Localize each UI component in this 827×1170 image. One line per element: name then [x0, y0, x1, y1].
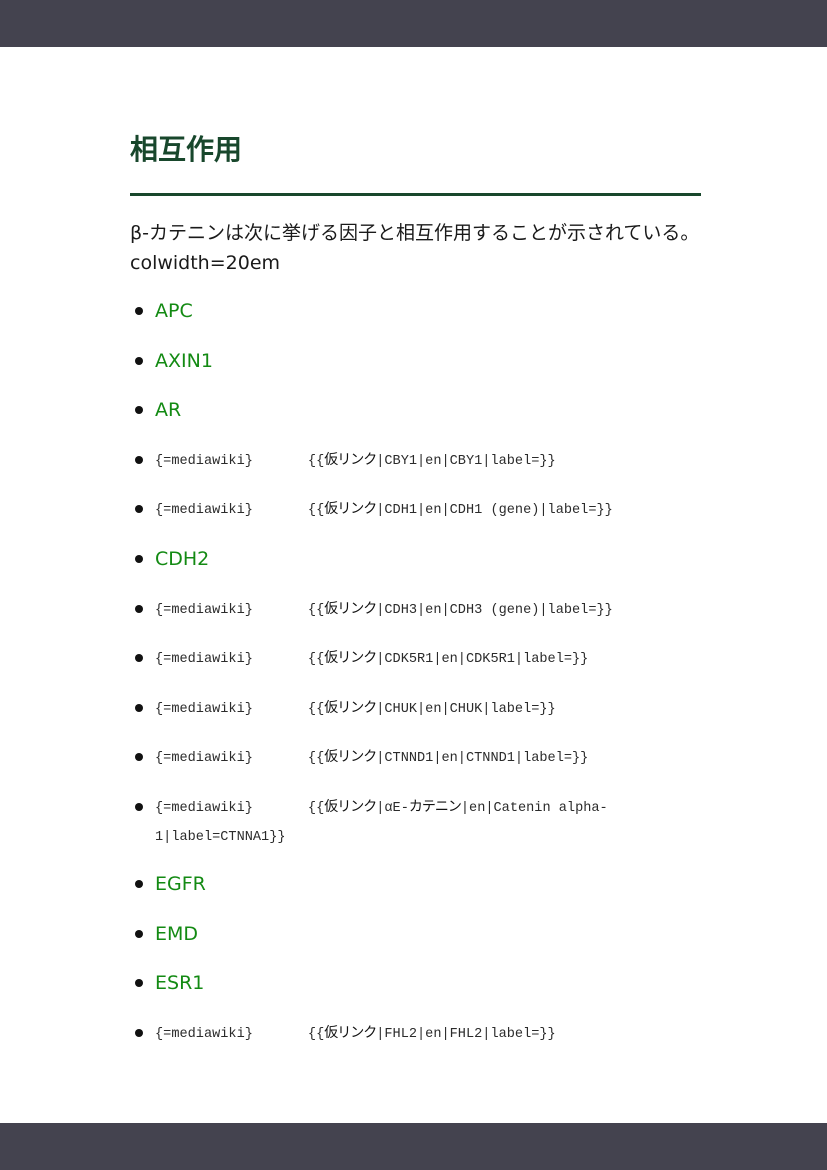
list-item: {=mediawiki} {{仮リンク|FHL2|en|FHL2|label=}}: [130, 1018, 701, 1068]
bullet: [135, 802, 143, 811]
bullet: [135, 455, 143, 464]
list-item: APC: [130, 296, 701, 346]
intro-paragraph: β-カテニンは次に挙げる因子と相互作用することが示されている。colwidth=…: [130, 222, 700, 274]
bullet: [135, 307, 143, 315]
bullet: [135, 753, 143, 762]
section-heading: 相互作用: [130, 133, 243, 166]
raw-template-text: {=mediawiki} {{仮リンク|αE-カテニン|en|Catenin al…: [155, 798, 608, 845]
raw-template-text: {=mediawiki} {{仮リンク|CDH1|en|CDH1 (gene)|l…: [155, 501, 613, 519]
interactor-link-esr1[interactable]: ESR1: [155, 972, 204, 994]
article-section: 相互作用 β-カテニンは次に挙げる因子と相互作用することが示されている。colw…: [130, 120, 701, 1042]
list-item: AXIN1: [130, 346, 701, 396]
raw-template-text: {=mediawiki} {{仮リンク|FHL2|en|FHL2|label=}}: [155, 1024, 556, 1042]
raw-template-text: {=mediawiki} {{仮リンク|CDK5R1|en|CDK5R1|labe…: [155, 650, 589, 668]
bottom-bar: [0, 1123, 827, 1170]
list-item: {=mediawiki} {{仮リンク|CTNND1|en|CTNND1|labe…: [130, 742, 701, 792]
bullet: [135, 406, 143, 415]
bullet: [135, 356, 143, 365]
bullet: [135, 879, 143, 888]
bullet: [135, 604, 143, 613]
interactor-link-axin1[interactable]: AXIN1: [155, 350, 213, 372]
heading-divider: [130, 193, 701, 196]
list-item: ESR1: [130, 968, 701, 1018]
bullet: [135, 929, 143, 938]
interactor-link-emd[interactable]: EMD: [155, 923, 198, 945]
list-item: CDH2: [130, 544, 701, 594]
list-item: AR: [130, 395, 701, 445]
interactor-link-ar[interactable]: AR: [155, 399, 181, 421]
list-item: {=mediawiki} {{仮リンク|CDH1|en|CDH1 (gene)|l…: [130, 494, 701, 544]
interactor-link-cdh2[interactable]: CDH2: [155, 548, 209, 570]
bullet: [135, 654, 143, 663]
list-item: {=mediawiki} {{仮リンク|CHUK|en|CHUK|label=}}: [130, 693, 701, 743]
top-bar: [0, 0, 827, 47]
list-item: {=mediawiki} {{仮リンク|CDH3|en|CDH3 (gene)|l…: [130, 594, 701, 644]
interactor-link-apc[interactable]: APC: [155, 300, 193, 322]
list-item: {=mediawiki} {{仮リンク|CBY1|en|CBY1|label=}}: [130, 445, 701, 495]
raw-template-text: {=mediawiki} {{仮リンク|CHUK|en|CHUK|label=}}: [155, 699, 556, 717]
raw-template-text: {=mediawiki} {{仮リンク|CDH3|en|CDH3 (gene)|l…: [155, 600, 613, 618]
bullet: [135, 703, 143, 712]
raw-template-text: {=mediawiki} {{仮リンク|CBY1|en|CBY1|label=}}: [155, 451, 556, 469]
interactor-link-egfr[interactable]: EGFR: [155, 873, 206, 895]
list-item: {=mediawiki} {{仮リンク|CDK5R1|en|CDK5R1|labe…: [130, 643, 701, 693]
list-item: {=mediawiki} {{仮リンク|αE-カテニン|en|Catenin al…: [130, 792, 701, 869]
raw-template-text: {=mediawiki} {{仮リンク|CTNND1|en|CTNND1|labe…: [155, 749, 589, 767]
bullet: [135, 1028, 143, 1037]
bullet: [135, 505, 143, 514]
bullet: [135, 554, 143, 563]
list-item: EMD: [130, 919, 701, 969]
interactor-list: APC AXIN1 AR {=mediawiki} {{仮リンク|CBY1|en|…: [130, 296, 701, 1067]
list-item: EGFR: [130, 869, 701, 919]
bullet: [135, 979, 143, 988]
